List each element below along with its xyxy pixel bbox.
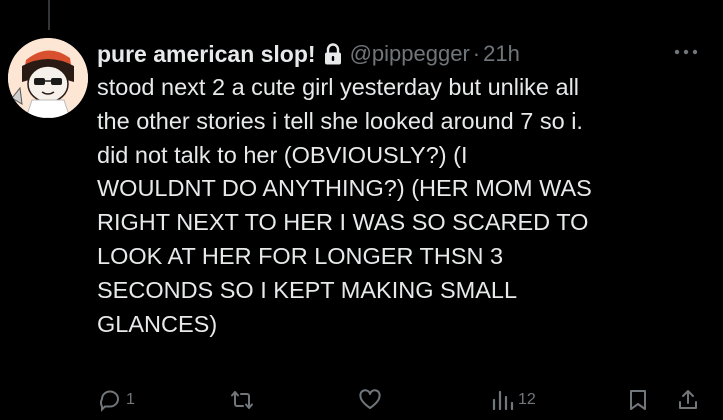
thread-connector-line	[48, 0, 50, 30]
views-button[interactable]: 12	[490, 386, 536, 414]
more-icon[interactable]	[673, 48, 699, 56]
post-text-line: GLANCES)	[97, 310, 218, 337]
bookmark-icon	[630, 390, 646, 410]
post-text-line: WOULDNT DO ANYTHING?) (HER MOM WAS	[97, 175, 592, 202]
repost-icon	[231, 391, 253, 409]
display-name[interactable]: pure american slop!	[97, 41, 316, 68]
reply-button[interactable]: 1	[98, 386, 135, 414]
share-button[interactable]	[676, 386, 700, 414]
reply-icon	[100, 390, 119, 412]
repost-button[interactable]	[230, 386, 258, 414]
views-icon	[492, 390, 514, 411]
post-timestamp[interactable]: 21h	[483, 41, 520, 67]
post-text: stood next 2 a cute girl yesterday but u…	[97, 71, 707, 341]
post-header: pure american slop! @pippegger · 21h	[97, 38, 713, 70]
separator-dot: ·	[472, 41, 481, 66]
bookmark-button[interactable]	[626, 386, 650, 414]
post-text-line: did not talk to her (OBVIOUSLY?) (I	[97, 141, 468, 168]
avatar[interactable]	[8, 38, 88, 118]
reply-count: 1	[126, 391, 135, 408]
post-text-line: the other stories i tell she looked arou…	[97, 107, 583, 134]
lock-icon	[324, 43, 341, 65]
user-handle[interactable]: @pippegger	[350, 41, 470, 67]
post-text-line: SECONDS SO I KEPT MAKING SMALL	[97, 276, 518, 303]
like-icon	[359, 389, 381, 409]
action-bar: 1 12	[0, 380, 723, 420]
post-text-line: RIGHT NEXT TO HER I WAS SO SCARED TO	[97, 209, 589, 236]
views-count: 12	[518, 391, 536, 408]
post-text-line: stood next 2 a cute girl yesterday but u…	[97, 74, 580, 100]
like-button[interactable]	[358, 386, 386, 414]
post-text-line: LOOK AT HER FOR LONGER THSN 3	[97, 242, 504, 269]
avatar-illustration	[8, 38, 88, 118]
share-icon	[679, 390, 697, 409]
